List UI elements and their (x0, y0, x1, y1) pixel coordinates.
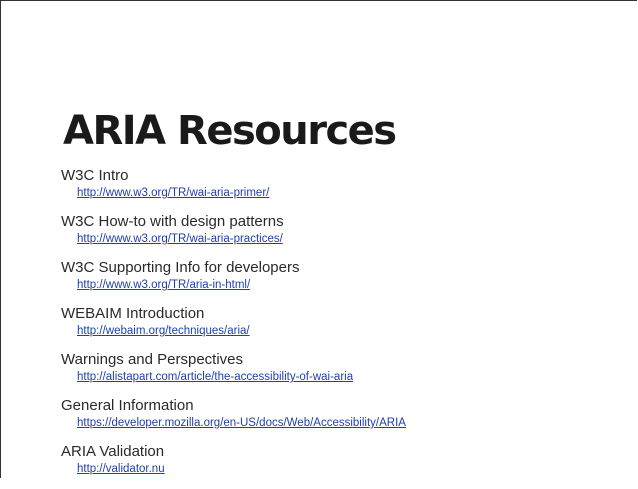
resource-item: General Information https://developer.mo… (61, 397, 631, 443)
resource-item: W3C How-to with design patterns http://w… (61, 213, 631, 259)
resource-link[interactable]: http://webaim.org/techniques/aria/ (77, 324, 631, 338)
resource-link[interactable]: http://www.w3.org/TR/aria-in-html/ (77, 278, 631, 292)
resource-label: W3C How-to with design patterns (61, 213, 284, 230)
resource-link[interactable]: http://alistapart.com/article/the-access… (77, 370, 631, 384)
resource-label: W3C Intro (61, 167, 129, 184)
resource-link[interactable]: http://validator.nu (77, 462, 631, 476)
resource-label: Warnings and Perspectives (61, 351, 244, 368)
resource-item: WEBAIM Introduction http://webaim.org/te… (61, 305, 631, 351)
resource-label: W3C Supporting Info for developers (61, 259, 300, 276)
resource-link[interactable]: https://developer.mozilla.org/en-US/docs… (77, 416, 631, 430)
resource-item: W3C Supporting Info for developers http:… (61, 259, 631, 305)
resource-item: W3C Intro http://www.w3.org/TR/wai-aria-… (61, 167, 631, 213)
resource-item: Warnings and Perspectives http://alistap… (61, 351, 631, 397)
resource-link[interactable]: http://www.w3.org/TR/wai-aria-practices/ (77, 232, 631, 246)
slide: ARIA Resources W3C Intro http://www.w3.o… (0, 0, 637, 478)
resource-item: ARIA Validation http://validator.nu (61, 443, 631, 489)
resource-link[interactable]: http://www.w3.org/TR/wai-aria-primer/ (77, 186, 631, 200)
resource-label: WEBAIM Introduction (61, 305, 205, 322)
resource-list: W3C Intro http://www.w3.org/TR/wai-aria-… (61, 167, 631, 489)
resource-label: ARIA Validation (61, 443, 165, 460)
resource-label: General Information (61, 397, 194, 414)
slide-title: ARIA Resources (63, 108, 397, 154)
